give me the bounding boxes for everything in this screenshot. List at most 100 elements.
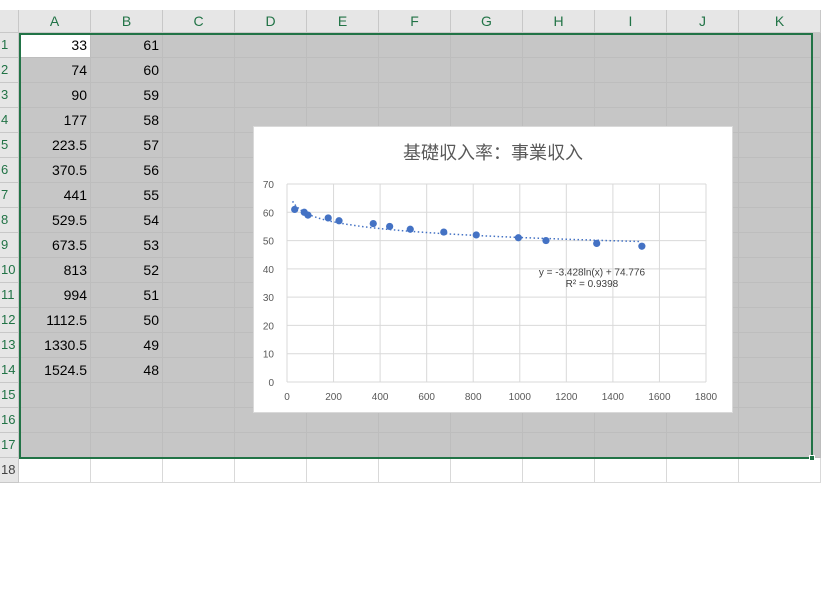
cell-j2[interactable] [667,58,739,83]
row-header-1[interactable]: 1 [0,33,19,58]
cell-f3[interactable] [379,83,451,108]
cell-c11[interactable] [163,283,235,308]
cell-k10[interactable] [739,258,821,283]
column-header-c[interactable]: C [163,10,235,33]
cell-b4[interactable]: 58 [91,108,163,133]
cell-f1[interactable] [379,33,451,58]
cell-f2[interactable] [379,58,451,83]
cell-e2[interactable] [307,58,379,83]
cell-c1[interactable] [163,33,235,58]
cell-b14[interactable]: 48 [91,358,163,383]
cell-a6[interactable]: 370.5 [19,158,91,183]
row-header-16[interactable]: 16 [0,408,19,433]
cell-d18[interactable] [235,458,307,483]
row-header-15[interactable]: 15 [0,383,19,408]
cell-b6[interactable]: 56 [91,158,163,183]
cell-b13[interactable]: 49 [91,333,163,358]
cell-c18[interactable] [163,458,235,483]
cell-b2[interactable]: 60 [91,58,163,83]
cell-f17[interactable] [379,433,451,458]
cell-a15[interactable] [19,383,91,408]
cell-a8[interactable]: 529.5 [19,208,91,233]
cell-d17[interactable] [235,433,307,458]
cell-e17[interactable] [307,433,379,458]
row-header-13[interactable]: 13 [0,333,19,358]
column-header-f[interactable]: F [379,10,451,33]
column-header-h[interactable]: H [523,10,595,33]
cell-e1[interactable] [307,33,379,58]
row-header-14[interactable]: 14 [0,358,19,383]
cell-a4[interactable]: 177 [19,108,91,133]
cell-c17[interactable] [163,433,235,458]
cell-k8[interactable] [739,208,821,233]
cell-a16[interactable] [19,408,91,433]
row-header-4[interactable]: 4 [0,108,19,133]
cell-b9[interactable]: 53 [91,233,163,258]
cell-c16[interactable] [163,408,235,433]
cell-b17[interactable] [91,433,163,458]
cell-k4[interactable] [739,108,821,133]
column-header-i[interactable]: I [595,10,667,33]
cell-j18[interactable] [667,458,739,483]
cell-a18[interactable] [19,458,91,483]
fill-handle[interactable] [809,455,815,461]
cell-h1[interactable] [523,33,595,58]
cell-b1[interactable]: 61 [91,33,163,58]
cell-b11[interactable]: 51 [91,283,163,308]
cell-k11[interactable] [739,283,821,308]
cell-g2[interactable] [451,58,523,83]
cell-i17[interactable] [595,433,667,458]
cell-j17[interactable] [667,433,739,458]
cell-c9[interactable] [163,233,235,258]
row-header-11[interactable]: 11 [0,283,19,308]
cell-b10[interactable]: 52 [91,258,163,283]
scatter-chart[interactable]: 基礎収入率：事業収入 0 10 20 30 40 50 60 70 0 200 400 600 800 1… [253,126,733,413]
cell-h17[interactable] [523,433,595,458]
column-header-j[interactable]: J [667,10,739,33]
cell-k18[interactable] [739,458,821,483]
cell-k5[interactable] [739,133,821,158]
cell-c12[interactable] [163,308,235,333]
cell-a12[interactable]: 1112.5 [19,308,91,333]
row-header-8[interactable]: 8 [0,208,19,233]
cell-j1[interactable] [667,33,739,58]
cell-b3[interactable]: 59 [91,83,163,108]
cell-c7[interactable] [163,183,235,208]
cell-a3[interactable]: 90 [19,83,91,108]
row-header-2[interactable]: 2 [0,58,19,83]
cell-d2[interactable] [235,58,307,83]
cell-a1[interactable]: 33 [19,33,91,58]
cell-k14[interactable] [739,358,821,383]
cell-a10[interactable]: 813 [19,258,91,283]
cell-g18[interactable] [451,458,523,483]
cell-k12[interactable] [739,308,821,333]
cell-b16[interactable] [91,408,163,433]
cell-c13[interactable] [163,333,235,358]
cell-i3[interactable] [595,83,667,108]
cell-b7[interactable]: 55 [91,183,163,208]
column-header-d[interactable]: D [235,10,307,33]
cell-a17[interactable] [19,433,91,458]
cell-g17[interactable] [451,433,523,458]
row-header-18[interactable]: 18 [0,458,19,483]
cell-b8[interactable]: 54 [91,208,163,233]
cell-i2[interactable] [595,58,667,83]
cell-k13[interactable] [739,333,821,358]
cell-c5[interactable] [163,133,235,158]
row-header-17[interactable]: 17 [0,433,19,458]
column-header-g[interactable]: G [451,10,523,33]
cell-c8[interactable] [163,208,235,233]
cell-k3[interactable] [739,83,821,108]
column-header-b[interactable]: B [91,10,163,33]
cell-d3[interactable] [235,83,307,108]
row-header-10[interactable]: 10 [0,258,19,283]
cell-k1[interactable] [739,33,821,58]
cell-g3[interactable] [451,83,523,108]
column-header-a[interactable]: A [19,10,91,33]
cell-h3[interactable] [523,83,595,108]
column-header-e[interactable]: E [307,10,379,33]
cell-h2[interactable] [523,58,595,83]
cell-b18[interactable] [91,458,163,483]
cell-c10[interactable] [163,258,235,283]
cell-c4[interactable] [163,108,235,133]
